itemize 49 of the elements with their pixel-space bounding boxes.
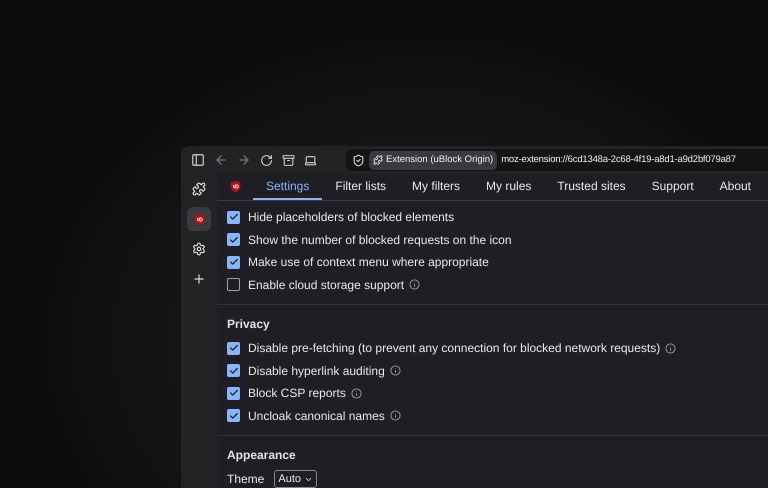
section-heading: Privacy bbox=[227, 316, 271, 333]
laptop-icon[interactable] bbox=[304, 154, 317, 166]
checkbox[interactable] bbox=[227, 342, 240, 355]
info-icon[interactable] bbox=[390, 410, 401, 422]
shield-icon[interactable] bbox=[352, 154, 365, 166]
reload-icon[interactable] bbox=[260, 154, 273, 166]
option-label: Block CSP reports bbox=[248, 385, 346, 402]
tray-icon[interactable] bbox=[282, 154, 295, 166]
theme-dropdown[interactable]: Auto bbox=[274, 470, 317, 488]
checkbox[interactable] bbox=[227, 278, 240, 292]
plus-icon bbox=[192, 272, 206, 286]
url-text: moz-extension://6cd1348a-2c68-4f19-a8d1-a9d2bf079a87 bbox=[501, 152, 736, 167]
option-label: Hide placeholders of blocked elements bbox=[248, 209, 454, 226]
checkbox[interactable] bbox=[227, 256, 240, 269]
checkbox[interactable] bbox=[227, 233, 240, 246]
option-label: Disable hyperlink auditing bbox=[248, 362, 385, 380]
section-heading: Appearance bbox=[227, 447, 297, 464]
settings-icon bbox=[192, 242, 206, 256]
forward-icon[interactable] bbox=[237, 153, 251, 167]
tab[interactable]: My rules bbox=[473, 173, 544, 200]
checkbox[interactable] bbox=[227, 364, 240, 378]
info-icon[interactable] bbox=[409, 279, 420, 290]
option-label: Enable cloud storage support bbox=[248, 276, 404, 294]
tab[interactable]: About bbox=[706, 173, 764, 200]
info-icon[interactable] bbox=[350, 388, 362, 399]
option-label: Make use of context menu where appropriate bbox=[248, 254, 489, 272]
option-label: Disable pre-fetching (to prevent any connection for blocked network requests) bbox=[248, 340, 660, 358]
tab[interactable]: Trusted sites bbox=[544, 173, 639, 200]
back-icon[interactable] bbox=[214, 153, 228, 167]
option-label: Uncloak canonical names bbox=[248, 408, 385, 425]
tab[interactable]: Filter lists bbox=[322, 173, 400, 200]
puzzle-icon bbox=[192, 182, 206, 196]
checkbox[interactable] bbox=[227, 409, 240, 422]
checkbox[interactable] bbox=[227, 210, 240, 224]
shield-logo-icon bbox=[192, 212, 206, 226]
theme-label: Theme bbox=[227, 471, 264, 488]
info-icon[interactable] bbox=[390, 365, 401, 376]
info-icon[interactable] bbox=[665, 342, 676, 354]
sidebar-toggle-icon[interactable] bbox=[191, 153, 205, 167]
extension-button[interactable] bbox=[187, 207, 211, 231]
address-bar[interactable]: Extension (uBlock Origin) moz-extension://6cd1348a-2c68-4f19-a8d1-a9d2bf079a87 bbox=[346, 149, 768, 171]
shield-logo-icon bbox=[228, 180, 242, 193]
checkbox[interactable] bbox=[227, 386, 240, 400]
tab[interactable]: Settings bbox=[253, 173, 322, 200]
site-identity-button[interactable]: Extension (uBlock Origin) bbox=[369, 150, 498, 170]
puzzle-icon bbox=[373, 155, 383, 165]
tab[interactable]: Support bbox=[638, 173, 707, 200]
tab[interactable]: My filters bbox=[399, 173, 474, 200]
option-label: Show the number of blocked requests on the icon bbox=[248, 232, 512, 249]
